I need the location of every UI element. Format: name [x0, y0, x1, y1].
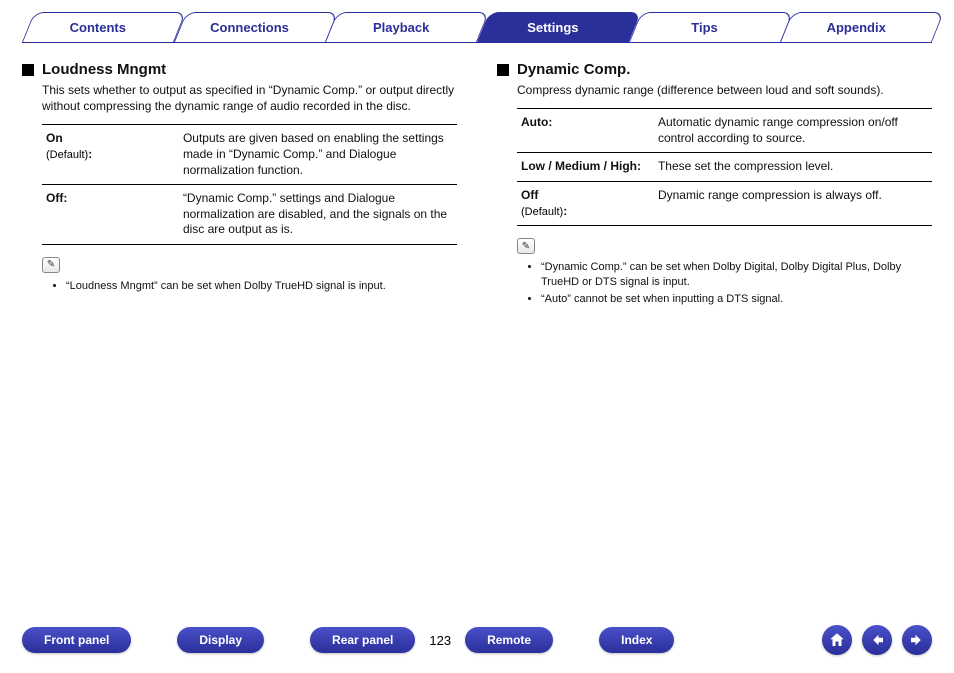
table-row: On (Default): Outputs are given based on…	[42, 125, 457, 185]
pencil-note-icon: ✎	[42, 257, 60, 273]
note-item: “Auto” cannot be set when inputting a DT…	[541, 292, 932, 307]
tab-appendix[interactable]: Appendix	[780, 12, 932, 42]
tab-tips[interactable]: Tips	[629, 12, 781, 42]
table-row: Auto: Automatic dynamic range compressio…	[517, 109, 932, 153]
option-desc: Dynamic range compression is always off.	[654, 181, 932, 225]
table-row: Low / Medium / High: These set the compr…	[517, 153, 932, 182]
table-row: Off: “Dynamic Comp.” settings and Dialog…	[42, 185, 457, 245]
tab-contents[interactable]: Contents	[22, 12, 174, 42]
home-button[interactable]	[822, 625, 852, 655]
option-desc: Automatic dynamic range compression on/o…	[654, 109, 932, 153]
square-bullet-icon	[22, 64, 34, 76]
tab-label: Playback	[373, 20, 429, 35]
front-panel-button[interactable]: Front panel	[22, 627, 131, 653]
tab-label: Appendix	[827, 20, 886, 35]
top-tab-row: Contents Connections Playback Settings T…	[22, 12, 932, 42]
prev-page-button[interactable]	[862, 625, 892, 655]
home-icon	[828, 631, 846, 649]
display-button[interactable]: Display	[177, 627, 264, 653]
section-title: Dynamic Comp.	[497, 61, 932, 78]
option-key: Off:	[42, 185, 179, 245]
arrow-right-icon	[908, 631, 926, 649]
next-page-button[interactable]	[902, 625, 932, 655]
square-bullet-icon	[497, 64, 509, 76]
option-key: On (Default):	[42, 125, 179, 185]
page-number: 123	[429, 633, 451, 648]
note-item: “Dynamic Comp.” can be set when Dolby Di…	[541, 260, 932, 290]
footer-bar: Front panel Display Rear panel 123 Remot…	[22, 625, 932, 655]
section-intro: This sets whether to output as specified…	[42, 82, 457, 114]
tab-underline	[22, 42, 932, 43]
options-table: On (Default): Outputs are given based on…	[42, 124, 457, 245]
section-loudness-mngmt: Loudness Mngmt This sets whether to outp…	[22, 61, 457, 561]
option-desc: These set the compression level.	[654, 153, 932, 182]
section-title-text: Dynamic Comp.	[517, 61, 630, 78]
table-row: Off (Default): Dynamic range compression…	[517, 181, 932, 225]
section-intro: Compress dynamic range (difference betwe…	[517, 82, 932, 98]
note-item: “Loudness Mngmt” can be set when Dolby T…	[66, 279, 457, 294]
option-key: Off (Default):	[517, 181, 654, 225]
option-key: Auto:	[517, 109, 654, 153]
option-key: Low / Medium / High:	[517, 153, 654, 182]
index-button[interactable]: Index	[599, 627, 674, 653]
arrow-left-icon	[868, 631, 886, 649]
option-desc: “Dynamic Comp.” settings and Dialogue no…	[179, 185, 457, 245]
tab-playback[interactable]: Playback	[325, 12, 477, 42]
section-dynamic-comp: Dynamic Comp. Compress dynamic range (di…	[497, 61, 932, 561]
pencil-note-icon: ✎	[517, 238, 535, 254]
tab-label: Settings	[527, 20, 578, 35]
section-title-text: Loudness Mngmt	[42, 61, 166, 78]
note-list: “Dynamic Comp.” can be set when Dolby Di…	[525, 260, 932, 307]
page-sheet: Contents Connections Playback Settings T…	[0, 0, 954, 673]
tab-label: Contents	[70, 20, 126, 35]
content-columns: Loudness Mngmt This sets whether to outp…	[22, 61, 932, 561]
options-table: Auto: Automatic dynamic range compressio…	[517, 108, 932, 226]
remote-button[interactable]: Remote	[465, 627, 553, 653]
tab-connections[interactable]: Connections	[174, 12, 326, 42]
option-desc: Outputs are given based on enabling the …	[179, 125, 457, 185]
tab-label: Tips	[691, 20, 718, 35]
rear-panel-button[interactable]: Rear panel	[310, 627, 415, 653]
note-list: “Loudness Mngmt” can be set when Dolby T…	[50, 279, 457, 294]
tab-settings[interactable]: Settings	[477, 12, 629, 42]
tab-label: Connections	[210, 20, 289, 35]
section-title: Loudness Mngmt	[22, 61, 457, 78]
